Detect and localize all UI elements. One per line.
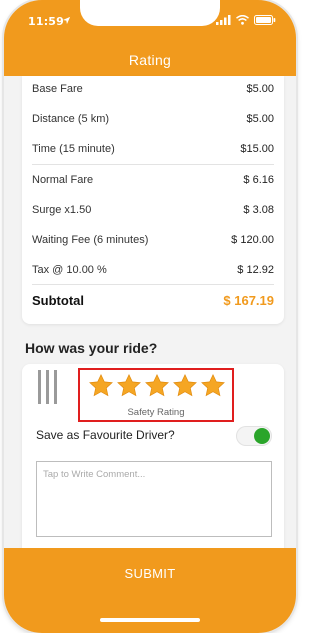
fare-divider <box>32 284 274 285</box>
submit-button[interactable]: SUBMIT <box>4 548 296 598</box>
fare-row-value: $ 3.08 <box>243 204 274 216</box>
fare-row-label: Distance (5 km) <box>32 113 110 125</box>
rating-card: Safety Rating Save as Favourite Driver? <box>22 364 284 554</box>
fare-row-label: Normal Fare <box>32 174 94 186</box>
fare-row: Surge x1.50 $ 3.08 <box>32 204 274 216</box>
star-icon[interactable] <box>200 373 226 399</box>
fare-row-label: Time (15 minute) <box>32 143 115 155</box>
signal-icon <box>216 15 231 28</box>
safety-rating-label: Safety Rating <box>127 407 185 418</box>
comment-input[interactable] <box>36 461 272 537</box>
status-time: 11:59 <box>28 15 65 28</box>
favourite-driver-toggle[interactable] <box>236 426 272 446</box>
subtotal-row: Subtotal $ 167.19 <box>32 293 274 308</box>
fare-row-label: Surge x1.50 <box>32 204 92 216</box>
fare-row: Base Fare $5.00 <box>32 83 274 95</box>
star-rating <box>88 373 226 399</box>
fare-row: Waiting Fee (6 minutes) $ 120.00 <box>32 234 274 246</box>
star-icon[interactable] <box>116 373 142 399</box>
favourite-driver-label: Save as Favourite Driver? <box>36 428 175 442</box>
page-title: Rating <box>128 52 172 68</box>
subtotal-label: Subtotal <box>32 293 84 308</box>
fare-row: Time (15 minute) $15.00 <box>32 143 274 155</box>
fare-row-value: $ 12.92 <box>237 264 274 276</box>
wifi-icon <box>236 14 249 28</box>
fare-row: Distance (5 km) $5.00 <box>32 113 274 125</box>
fare-row-label: Waiting Fee (6 minutes) <box>32 234 149 246</box>
submit-bar: SUBMIT <box>4 548 296 633</box>
fare-row-label: Tax @ 10.00 % <box>32 264 107 276</box>
home-indicator <box>100 618 200 622</box>
fare-row-value: $15.00 <box>240 143 274 155</box>
fare-row-value: $ 6.16 <box>243 174 274 186</box>
fare-row-value: $5.00 <box>246 83 274 95</box>
fare-breakdown-card: Base Fare $5.00 Distance (5 km) $5.00 Ti… <box>22 76 284 324</box>
star-icon[interactable] <box>144 373 170 399</box>
toggle-knob <box>254 428 270 444</box>
fare-row: Normal Fare $ 6.16 <box>32 174 274 186</box>
fare-row-value: $ 120.00 <box>231 234 274 246</box>
star-icon[interactable] <box>172 373 198 399</box>
rating-heading: How was your ride? <box>25 340 158 356</box>
fare-row-label: Base Fare <box>32 83 83 95</box>
driver-avatar <box>38 370 58 404</box>
fare-row: Tax @ 10.00 % $ 12.92 <box>32 264 274 276</box>
phone-frame: 11:59 Rating Base Fare $5.00 Distance (5… <box>4 0 296 633</box>
fare-row-value: $5.00 <box>246 113 274 125</box>
star-icon[interactable] <box>88 373 114 399</box>
status-icons <box>216 14 276 28</box>
subtotal-value: $ 167.19 <box>223 293 274 308</box>
battery-icon <box>254 15 276 28</box>
location-arrow-icon <box>62 15 71 28</box>
safety-rating-highlight: Safety Rating <box>78 368 234 422</box>
phone-notch <box>80 0 220 26</box>
fare-divider <box>32 164 274 165</box>
